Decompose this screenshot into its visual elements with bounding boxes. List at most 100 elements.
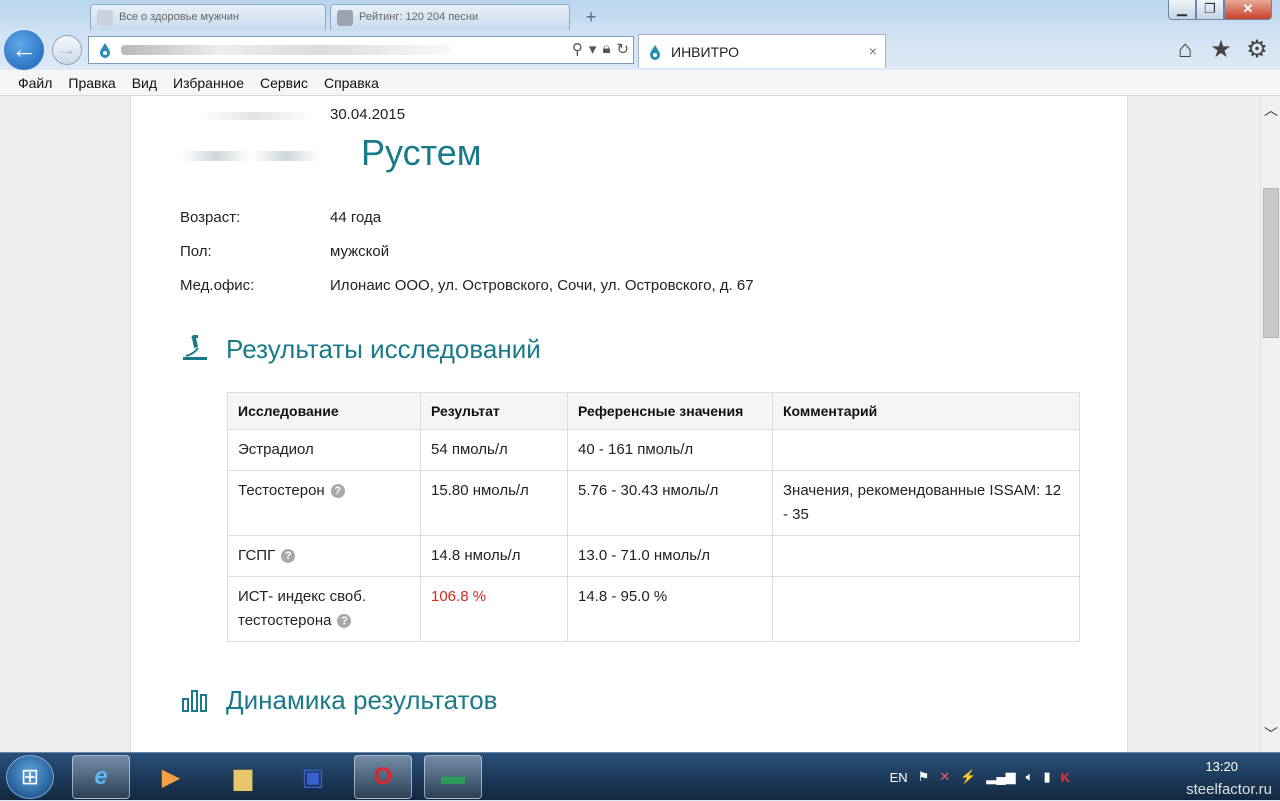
flag-icon[interactable]: ⚑: [918, 769, 930, 785]
arrow-right-icon: →: [58, 40, 76, 59]
address-bar[interactable]: ⚲ ▾ 🔒︎ ↻: [88, 36, 634, 64]
scrollbar-thumb[interactable]: [1263, 188, 1279, 338]
refresh-icon[interactable]: ↻: [616, 40, 629, 58]
column-header-comment: Комментарий: [772, 392, 1080, 430]
cell-result: 15.80 нмоль/л: [420, 470, 568, 536]
vertical-scrollbar[interactable]: ︿ ﹀: [1260, 96, 1280, 752]
table-header-row: Исследование Результат Референсные значе…: [227, 392, 1080, 430]
home-icon[interactable]: ⌂: [1172, 38, 1198, 62]
cell-reference: 13.0 - 71.0 нмоль/л: [567, 535, 773, 577]
scroll-up-icon[interactable]: ︿: [1261, 100, 1280, 120]
network-icon[interactable]: ⚡: [960, 769, 976, 785]
table-row: Эстрадиол 54 пмоль/л 40 - 161 пмоль/л: [227, 429, 1080, 471]
internet-explorer-icon: e: [94, 763, 108, 790]
kaspersky-icon[interactable]: K: [1061, 770, 1070, 785]
table-row: Тестостерон? 15.80 нмоль/л 5.76 - 30.43 …: [227, 470, 1080, 536]
taskbar-media-player[interactable]: ▶: [142, 755, 200, 799]
bar-chart-icon: [182, 690, 207, 712]
invitro-drop-icon: [100, 43, 110, 58]
age-value: 44 года: [330, 209, 382, 226]
favorites-star-icon[interactable]: ★: [1208, 38, 1234, 62]
cell-result-out-of-range: 106.8 %: [420, 576, 568, 642]
action-center-icon[interactable]: ✕: [939, 769, 950, 785]
taskbar: ⊞ e ▶ ▆ ▣ O ▬ EN ⚑ ✕ ⚡ ▂▄▆ 🔈︎ ▮ K 13:20 …: [0, 752, 1280, 800]
taskbar-explorer[interactable]: ▆: [214, 755, 272, 799]
tab-background-2[interactable]: Рейтинг: 120 204 песни: [330, 4, 570, 30]
minimize-button[interactable]: ▁: [1168, 0, 1196, 20]
opera-icon: O: [373, 763, 393, 790]
menu-view[interactable]: Вид: [124, 75, 165, 91]
language-indicator[interactable]: EN: [890, 770, 908, 785]
forward-button[interactable]: →: [52, 35, 82, 65]
cell-test: Тестостерон?: [227, 470, 421, 536]
taskbar-ie[interactable]: e: [72, 755, 130, 799]
maximize-button[interactable]: ❐: [1196, 0, 1224, 20]
dropdown-arrow-icon[interactable]: ▾: [589, 40, 597, 58]
result-date: 30.04.2015: [330, 106, 406, 123]
help-icon[interactable]: ?: [281, 549, 296, 563]
sex-value: мужской: [330, 243, 390, 260]
tab-label: Рейтинг: 120 204 песни: [359, 11, 479, 23]
microscope-icon: [183, 335, 207, 360]
test-name: Эстрадиол: [238, 441, 314, 458]
tab-active[interactable]: ИНВИТРО ×: [638, 34, 886, 68]
page-viewport: 30.04.2015 Рустем Возраст: 44 года Пол: …: [0, 96, 1260, 752]
search-icon[interactable]: ⚲: [572, 40, 583, 58]
table-row: ИСТ- индекс своб. тестостерона? 106.8 % …: [227, 576, 1080, 642]
clock[interactable]: 13:20: [1205, 759, 1238, 774]
column-header-result: Результат: [420, 392, 568, 430]
dynamics-heading: Динамика результатов: [226, 685, 498, 715]
menu-edit[interactable]: Правка: [60, 75, 123, 91]
watermark: steelfactor.ru: [1186, 781, 1272, 798]
menu-file[interactable]: Файл: [10, 75, 60, 91]
surname-redacted: [181, 151, 321, 161]
new-tab-button[interactable]: +: [580, 8, 602, 28]
settings-gear-icon[interactable]: ⚙: [1244, 38, 1270, 62]
menu-help[interactable]: Справка: [316, 75, 387, 91]
cell-comment: [772, 429, 1080, 471]
lock-icon[interactable]: 🔒︎: [602, 40, 610, 58]
cell-result: 14.8 нмоль/л: [420, 535, 568, 577]
back-button[interactable]: ←: [2, 28, 46, 72]
tab-label: ИНВИТРО: [671, 43, 740, 60]
media-player-icon: ▶: [161, 763, 181, 791]
volume-icon[interactable]: 🔈︎: [1026, 769, 1034, 785]
taskbar-opera[interactable]: O: [354, 755, 412, 799]
tab-background-1[interactable]: Все о здоровье мужчин: [90, 4, 326, 30]
age-label: Возраст:: [180, 209, 241, 226]
tab-favicon-icon: [97, 10, 113, 26]
cell-reference: 40 - 161 пмоль/л: [567, 429, 773, 471]
menu-tools[interactable]: Сервис: [252, 75, 316, 91]
help-icon[interactable]: ?: [337, 614, 352, 628]
column-header-reference: Референсные значения: [567, 392, 773, 430]
menu-bar: Файл Правка Вид Избранное Сервис Справка: [0, 70, 1280, 96]
close-tab-icon[interactable]: ×: [869, 43, 877, 59]
scroll-down-icon[interactable]: ﹀: [1261, 724, 1280, 744]
test-name: Тестостерон: [238, 482, 325, 499]
taskbar-card-app[interactable]: ▬: [424, 755, 482, 799]
cell-result: 54 пмоль/л: [420, 429, 568, 471]
office-label: Мед.офис:: [180, 277, 255, 294]
close-window-button[interactable]: ✕: [1224, 0, 1272, 20]
patient-name: Рустем: [361, 132, 482, 173]
cell-test: ГСПГ?: [227, 535, 421, 577]
signal-icon[interactable]: ▂▄▆: [986, 769, 1015, 785]
help-icon[interactable]: ?: [330, 484, 345, 498]
table-row: ГСПГ? 14.8 нмоль/л 13.0 - 71.0 нмоль/л: [227, 535, 1080, 577]
folder-icon: ▆: [233, 763, 253, 791]
tab-label: Все о здоровье мужчин: [119, 11, 240, 23]
tab-strip: Все о здоровье мужчин Рейтинг: 120 204 п…: [0, 0, 1280, 34]
taskbar-save-app[interactable]: ▣: [284, 755, 342, 799]
system-tray: EN ⚑ ✕ ⚡ ▂▄▆ 🔈︎ ▮ K: [890, 753, 1070, 801]
toolbar-icons: ⌂ ★ ⚙: [1172, 38, 1270, 62]
menu-favorites[interactable]: Избранное: [165, 75, 252, 91]
start-button[interactable]: ⊞: [6, 755, 54, 799]
cell-comment: Значения, рекомендованные ISSAM: 12 - 35: [772, 470, 1080, 536]
arrow-left-icon: ←: [11, 34, 37, 64]
office-value: Илонаис ООО, ул. Островского, Сочи, ул. …: [330, 277, 754, 294]
page-content: 30.04.2015 Рустем Возраст: 44 года Пол: …: [130, 96, 1128, 752]
results-table: Исследование Результат Референсные значе…: [227, 392, 1080, 642]
cell-comment: [772, 576, 1080, 642]
power-icon[interactable]: ▮: [1043, 769, 1050, 785]
date-label-redacted: [201, 112, 311, 120]
